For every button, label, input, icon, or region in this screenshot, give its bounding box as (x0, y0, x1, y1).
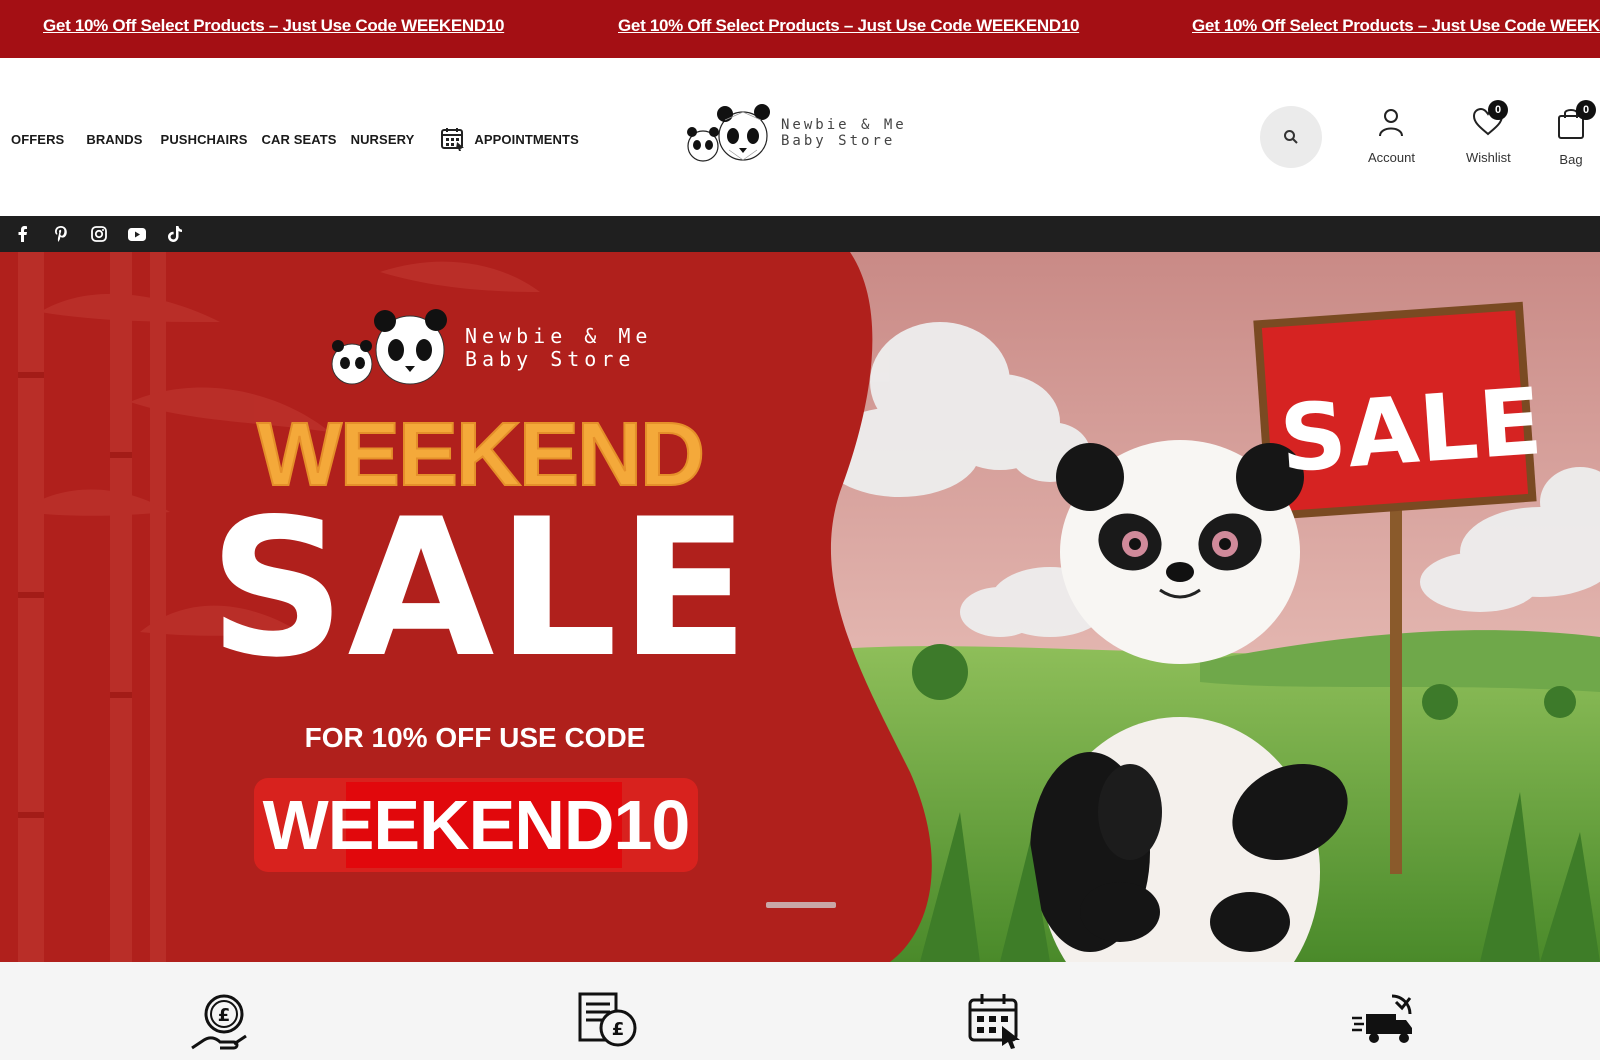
svg-text:£: £ (612, 1019, 625, 1040)
calendar-appointment-icon (968, 994, 1020, 1049)
site-logo[interactable]: Newbie & Me Baby Store (685, 100, 907, 166)
search-icon (1284, 130, 1298, 144)
youtube-icon[interactable] (128, 225, 146, 243)
bag-button[interactable]: 0 Bag (1556, 100, 1596, 167)
wishlist-label: Wishlist (1466, 150, 1511, 165)
instagram-icon[interactable] (90, 225, 108, 243)
calendar-icon (441, 128, 465, 151)
hero-sale-heading: SALE (208, 478, 752, 699)
logo-line-2: Baby Store (781, 133, 896, 149)
hero-logo: Newbie & Me Baby Store (330, 308, 652, 388)
site-header: OFFERS BRANDS PUSHCHAIRS CAR SEATS NURSE… (0, 58, 1600, 216)
bag-label: Bag (1559, 152, 1583, 167)
social-bar (0, 216, 1600, 252)
facebook-icon[interactable] (14, 225, 32, 243)
delivery-truck-icon (1352, 994, 1412, 1043)
promo-code-text: WEEKEND10 (262, 786, 691, 864)
wishlist-button[interactable]: 0 Wishlist (1466, 100, 1511, 165)
sign-sale-text: SALE (1276, 367, 1547, 494)
user-icon (1379, 109, 1404, 137)
announcement-link-2[interactable]: Get 10% Off Select Products – Just Use C… (618, 16, 1079, 36)
pinterest-icon[interactable] (52, 225, 70, 243)
logo-text: Newbie & Me Baby Store (781, 117, 907, 149)
panda-logo-icon (687, 104, 770, 162)
announcement-bar: Get 10% Off Select Products – Just Use C… (0, 0, 1600, 58)
search-button[interactable] (1260, 106, 1322, 168)
features-strip: £ £ (0, 962, 1600, 1060)
wishlist-count-badge: 0 (1488, 100, 1508, 120)
announcement-link-3[interactable]: Get 10% Off Select Products – Just Use C… (1192, 16, 1600, 36)
hero-logo-line-2: Baby Store (465, 347, 636, 371)
main-nav: OFFERS BRANDS PUSHCHAIRS CAR SEATS NURSE… (11, 126, 597, 152)
nav-brands[interactable]: BRANDS (86, 132, 142, 147)
account-label: Account (1368, 150, 1415, 165)
pound-coin-hand-icon: £ (191, 994, 247, 1050)
carousel-indicator[interactable] (766, 902, 836, 908)
invoice-pound-icon: £ (578, 992, 637, 1047)
nav-offers[interactable]: OFFERS (11, 132, 64, 147)
tiktok-icon[interactable] (166, 225, 184, 243)
nav-appointments[interactable]: APPOINTMENTS (440, 126, 579, 152)
account-button[interactable]: Account (1368, 106, 1415, 165)
hero-logo-text: Newbie & Me Baby Store (465, 325, 652, 371)
announcement-link-1[interactable]: Get 10% Off Select Products – Just Use C… (43, 16, 504, 36)
nav-pushchairs[interactable]: PUSHCHAIRS (161, 132, 248, 147)
svg-text:£: £ (218, 1005, 231, 1026)
hero-use-code-text: FOR 10% OFF USE CODE (304, 722, 646, 753)
panda-logo-icon (331, 309, 447, 385)
nav-car-seats[interactable]: CAR SEATS (262, 132, 337, 147)
nav-appointments-label: APPOINTMENTS (474, 131, 579, 147)
bag-count-badge: 0 (1576, 100, 1596, 120)
hero-promo-code: WEEKEND10 (254, 778, 698, 872)
hero-banner[interactable]: Newbie & Me Baby Store WEEKEND SALE FOR … (0, 252, 1600, 962)
nav-nursery[interactable]: NURSERY (351, 132, 415, 147)
logo-line-1: Newbie & Me (781, 117, 907, 133)
hero-logo-line-1: Newbie & Me (465, 324, 653, 348)
